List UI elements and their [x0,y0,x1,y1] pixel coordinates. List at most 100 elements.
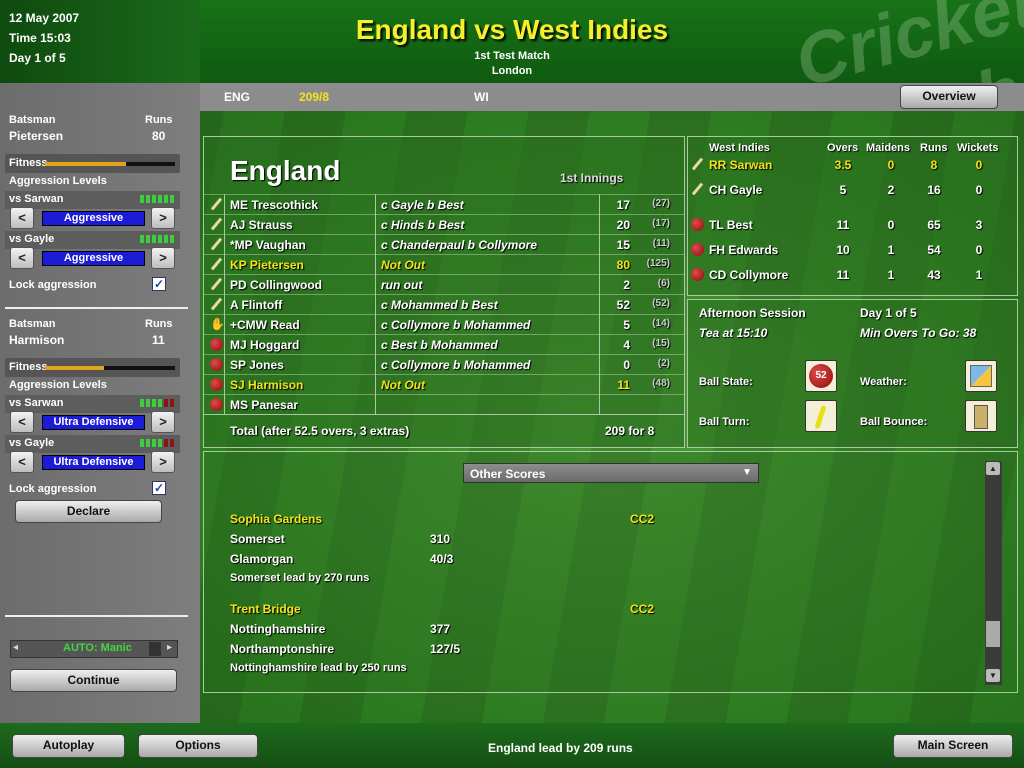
increase-aggression-button[interactable]: > [151,451,175,473]
cricket-bat-icon [210,258,223,271]
match-clock-panel: 12 May 2007 Time 15:03 Day 1 of 5 [0,0,200,83]
team1-score: 209/8 [299,90,330,104]
divider [5,307,188,309]
tea-time: Tea at 15:10 [699,326,768,340]
session-info-panel: Afternoon Session Day 1 of 5 Tea at 15:1… [687,299,1018,448]
batsman1-fitness-row: Fitness [5,154,180,173]
batsman-runs: 80 [616,258,630,272]
batsman-name: KP Pietersen [230,258,304,272]
batsman-name: PD Collingwood [230,278,322,292]
ball-bounce-icon [965,400,997,432]
other-scores-scrollbar[interactable]: ▲ ▼ [985,461,1002,685]
bowler-name: RR Sarwan [709,158,773,172]
batsman2-vs2-aggression: Ultra Defensive [42,455,145,470]
batsman-runs: 5 [623,318,630,332]
batsman2-name: Harmison [9,333,65,347]
vs-bowler1-label: vs Sarwan [9,193,64,205]
bowler-overs: 11 [836,218,850,232]
decrease-aggression-button[interactable]: < [10,247,34,269]
balls-faced: (14) [652,318,670,329]
increase-aggression-button[interactable]: > [151,207,175,229]
dismissal: c Gayle b Best [381,198,464,212]
cricket-bat-icon [691,158,704,171]
team-score: 310 [430,532,451,546]
match-type: 1st Test Match [474,50,550,62]
cricket-ball-icon [691,268,704,281]
bowling-rows: RR Sarwan 3.5 0 8 0 CH Gayle 5 2 16 0 TL Best 11 0 65… [688,137,1018,295]
team-score: 127/5 [430,642,461,656]
column-divider [599,194,600,414]
batting-row: PD Collingwood run out 2 (6) [204,274,684,294]
increase-aggression-button[interactable]: > [151,247,175,269]
bowler-runs: 16 [927,183,941,197]
decrease-aggression-button[interactable]: < [10,207,34,229]
weather-label: Weather: [860,376,907,388]
vs-bowler2-label: vs Gayle [9,233,55,245]
team-score: 40/3 [430,552,454,566]
vs-bowler2-label: vs Gayle [9,437,55,449]
batting-rows: ME Trescothick c Gayle b Best 17 (27) AJ Str… [204,194,684,414]
batsman-name: SJ Harmison [230,378,304,392]
bowling-row: CH Gayle 5 2 16 0 [688,180,1018,200]
dismissal: run out [381,278,423,292]
weather-sun-icon [965,360,997,392]
speed-right-arrow[interactable]: ▸ [167,642,172,653]
runs-label: Runs [145,114,173,126]
batting-row: AJ Strauss c Hinds b Best 20 (17) [204,214,684,234]
increase-aggression-button[interactable]: > [151,411,175,433]
batsman-runs: 2 [623,278,630,292]
row-divider [204,414,684,415]
speed-slider-thumb[interactable] [149,642,161,656]
batsman1-vs1-aggression: Aggressive [42,211,145,226]
balls-faced: (17) [652,218,670,229]
batsman-runs: 4 [623,338,630,352]
batsman1-vs2-meter [140,235,174,243]
bowler-name: CH Gayle [709,183,763,197]
batsman-sidebar: Batsman Runs Pietersen 80 Fitness Aggres… [0,83,200,723]
batsman2-fitness-bar [45,366,175,370]
bowling-row: CD Collymore 11 1 43 1 [688,265,1018,285]
declare-button[interactable]: Declare [15,500,162,523]
batsman-runs: 17 [616,198,630,212]
batsman-name: AJ Strauss [230,218,293,232]
scroll-thumb[interactable] [986,621,1000,647]
continue-button[interactable]: Continue [10,669,177,692]
batting-row: ME Trescothick c Gayle b Best 17 (27) [204,194,684,214]
batsman2-fitness-row: Fitness [5,358,180,377]
batsman-name: ME Trescothick [230,198,319,212]
cricket-ball-icon [210,358,223,371]
main-screen-button[interactable]: Main Screen [893,734,1013,758]
innings-total: 209 for 8 [605,424,655,438]
auto-speed-selector[interactable]: ◂ AUTO: Manic ▸ [10,640,178,658]
venue-name: Trent Bridge [230,602,301,616]
bowling-figures: West Indies Overs Maidens Runs Wickets R… [687,136,1018,296]
footer-bar: Autoplay Options England lead by 209 run… [0,723,1024,768]
decrease-aggression-button[interactable]: < [10,451,34,473]
batting-row: KP Pietersen Not Out 80 (125) [204,254,684,274]
dismissal: c Best b Mohammed [381,338,498,352]
batting-row: SJ Harmison Not Out 11 (48) [204,374,684,394]
team-name: Glamorgan [230,552,294,566]
batsman-runs: 15 [616,238,630,252]
scroll-down-button[interactable]: ▼ [986,669,1000,682]
speed-left-arrow[interactable]: ◂ [13,642,18,653]
match-day: Day 1 of 5 [9,51,66,65]
lock-aggression-checkbox[interactable]: ✓ [152,277,166,291]
batting-row: ✋ +CMW Read c Collymore b Mohammed 5 (14) [204,314,684,334]
batsman-label: Batsman [9,318,56,330]
bowler-wickets: 0 [975,158,983,172]
decrease-aggression-button[interactable]: < [10,411,34,433]
bowler-runs: 54 [927,243,941,257]
overview-button[interactable]: Overview [900,85,998,109]
scroll-up-button[interactable]: ▲ [986,462,1000,475]
autoplay-button[interactable]: Autoplay [12,734,125,758]
dismissal: c Mohammed b Best [381,298,498,312]
lock-aggression-label: Lock aggression [9,279,97,291]
cricket-ball-icon [691,243,704,256]
batting-row: A Flintoff c Mohammed b Best 52 (52) [204,294,684,314]
fitness-label: Fitness [9,361,48,373]
auto-mode-label: AUTO: Manic [63,642,132,654]
batsman-runs: 11 [617,378,630,392]
options-button[interactable]: Options [138,734,258,758]
lock-aggression-checkbox[interactable]: ✓ [152,481,166,495]
